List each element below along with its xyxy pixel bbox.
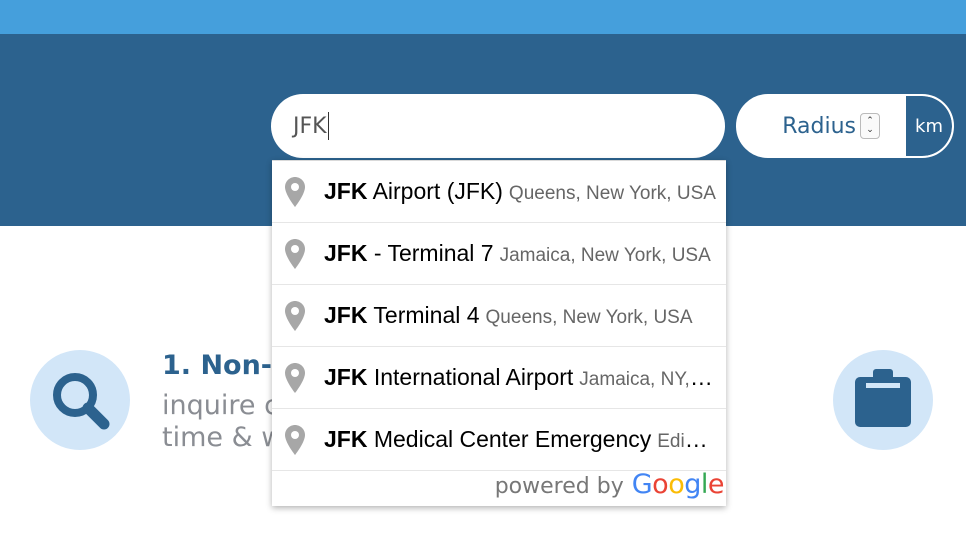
suggestion-text: JFK Airport (JFK) Queens, New York, USA [324, 178, 716, 205]
suggestion-match: JFK [324, 302, 368, 328]
step-desc-line-2: time & w [162, 422, 284, 453]
suggestion-item[interactable]: JFK Medical Center EmergencyEdison, NJ, … [272, 409, 726, 471]
radius-placeholder: Radius [782, 113, 856, 139]
suggestion-secondary: Queens, New York, USA [508, 183, 716, 204]
location-search-input[interactable]: JFK [271, 94, 725, 158]
map-pin-icon [285, 176, 305, 207]
suggestion-match: JFK [324, 364, 368, 390]
map-pin-icon [285, 300, 305, 331]
suggestion-secondary: Edison, NJ, USA [657, 431, 716, 452]
suggestion-text: JFK - Terminal 7 Jamaica, New York, USA [324, 240, 716, 267]
google-logo: Google [631, 469, 725, 500]
google-logo-letter: l [700, 469, 709, 500]
text-caret [327, 112, 330, 140]
powered-by-label: powered by [494, 474, 624, 499]
suggestion-item[interactable]: JFK Airport (JFK) Queens, New York, USA [272, 161, 726, 223]
google-logo-letter: e [707, 469, 725, 500]
google-logo-letter: G [631, 469, 653, 500]
radius-spinner[interactable]: ⌃ ⌄ [860, 113, 880, 139]
suggestion-match: JFK [324, 178, 368, 204]
step-search-badge [30, 350, 130, 450]
map-pin-icon [285, 238, 305, 269]
suggestion-item[interactable]: JFK Terminal 4 Queens, New York, USA [272, 285, 726, 347]
step-clipboard-badge [833, 350, 933, 450]
map-pin-icon [285, 362, 305, 393]
step-desc-line-1: inquire c [162, 390, 279, 421]
powered-by-google: powered by Google [494, 469, 725, 500]
suggestion-secondary: Queens, New York, USA [485, 307, 693, 328]
suggestion-secondary: Jamaica, NY, USA [579, 369, 716, 390]
suggestion-item[interactable]: JFK International AirportJamaica, NY, US… [272, 347, 726, 409]
step-description: inquire c time & w [162, 390, 283, 454]
suggestion-main: Medical Center Emergency [367, 426, 652, 452]
autocomplete-dropdown: JFK Airport (JFK) Queens, New York, USA J… [272, 160, 726, 506]
suggestion-main: - Terminal 7 [367, 240, 494, 266]
suggestion-text: JFK Medical Center EmergencyEdison, NJ, … [324, 426, 716, 453]
radius-group: Radius ⌃ ⌄ km [736, 94, 954, 158]
suggestion-main: International Airport [367, 364, 574, 390]
suggestion-item[interactable]: JFK - Terminal 7 Jamaica, New York, USA [272, 223, 726, 285]
step-title: 1. Non-l [162, 350, 282, 381]
google-logo-letter: o [668, 469, 685, 500]
suggestion-secondary: Jamaica, New York, USA [499, 245, 711, 266]
search-input-value: JFK [293, 113, 327, 139]
suggestion-main: Terminal 4 [367, 302, 480, 328]
google-logo-letter: g [684, 469, 701, 500]
top-strip [0, 0, 966, 34]
search-icon [53, 373, 110, 430]
radius-unit-label: km [906, 96, 952, 156]
suggestion-match: JFK [324, 426, 368, 452]
suggestion-text: JFK Terminal 4 Queens, New York, USA [324, 302, 716, 329]
google-logo-letter: o [652, 469, 669, 500]
radius-input[interactable]: Radius ⌃ ⌄ [738, 96, 906, 156]
suggestion-main: Airport (JFK) [367, 178, 503, 204]
suggestion-text: JFK International AirportJamaica, NY, US… [324, 364, 716, 391]
suggestion-match: JFK [324, 240, 368, 266]
spinner-down-icon[interactable]: ⌄ [866, 126, 874, 135]
clipboard-icon [855, 369, 911, 427]
map-pin-icon [285, 424, 305, 455]
